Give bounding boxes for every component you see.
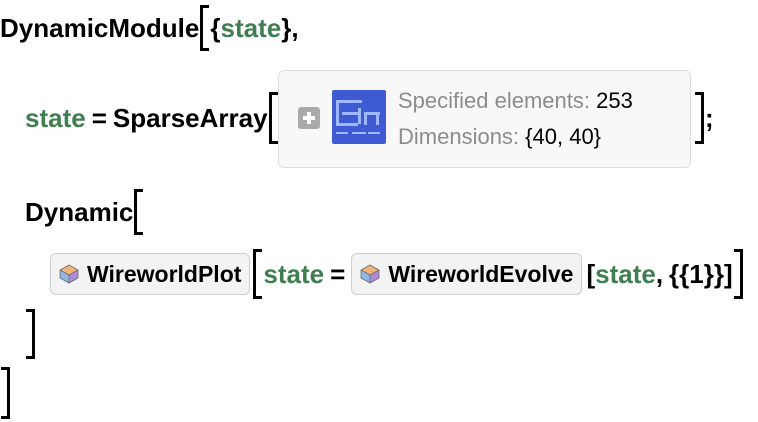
code-line-wireworld: WireworldPlot state = WireworldEvolve [s… (50, 249, 744, 299)
brace-close: } (281, 12, 292, 43)
plus-icon[interactable] (298, 107, 320, 129)
code-line-sparse-array: state = SparseArray (25, 92, 279, 144)
cube-icon (59, 264, 79, 284)
comma: , (655, 258, 664, 289)
evolve-open-bracket: [ (586, 258, 596, 289)
state-variable[interactable]: state (221, 13, 282, 44)
evolve-argument: {{1}} (669, 258, 724, 289)
close-bracket (733, 249, 743, 299)
semicolon: ; (705, 102, 714, 133)
dimensions-row: Dimensions: {40, 40} (398, 124, 601, 150)
dynamic-module-close (0, 367, 11, 419)
equals-sign: = (91, 102, 107, 133)
state-variable[interactable]: state (595, 259, 656, 290)
cube-icon (360, 264, 380, 284)
open-bracket (268, 92, 278, 144)
comma: , (291, 12, 299, 43)
sparse-array-keyword[interactable]: SparseArray (113, 103, 268, 134)
specified-elements-value: 253 (596, 88, 633, 113)
code-line-dynamic: Dynamic (25, 189, 144, 235)
wireworld-evolve-function[interactable]: WireworldEvolve (351, 253, 583, 295)
dynamic-keyword[interactable]: Dynamic (25, 197, 133, 228)
specified-elements-row: Specified elements: 253 (398, 88, 633, 114)
brace-open: { (210, 12, 221, 43)
equals-sign: = (330, 258, 346, 289)
close-bracket (695, 92, 704, 144)
dimensions-label: Dimensions: (398, 124, 520, 149)
close-bracket (1, 367, 10, 419)
wireworld-plot-label: WireworldPlot (87, 260, 242, 287)
open-bracket (200, 5, 210, 51)
wireworld-plot-function[interactable]: WireworldPlot (50, 253, 251, 295)
dimensions-value: {40, 40} (525, 124, 602, 149)
sparse-array-thumbnail (332, 90, 386, 144)
code-line-dynamic-module: DynamicModule {state}, (0, 5, 299, 51)
wireworld-evolve-label: WireworldEvolve (388, 260, 574, 287)
state-variable[interactable]: state (25, 103, 86, 134)
dynamic-close (25, 309, 36, 359)
specified-elements-label: Specified elements: (398, 88, 590, 113)
sparse-array-close: ; (694, 92, 714, 144)
evolve-close-bracket: ] (723, 258, 733, 289)
dynamic-module-keyword[interactable]: DynamicModule (0, 13, 199, 44)
state-variable[interactable]: state (263, 259, 324, 290)
open-bracket (134, 189, 144, 235)
sparse-array-summary-box[interactable]: Specified elements: 253 Dimensions: {40,… (278, 70, 691, 168)
close-bracket (26, 309, 35, 359)
open-bracket (253, 249, 263, 299)
